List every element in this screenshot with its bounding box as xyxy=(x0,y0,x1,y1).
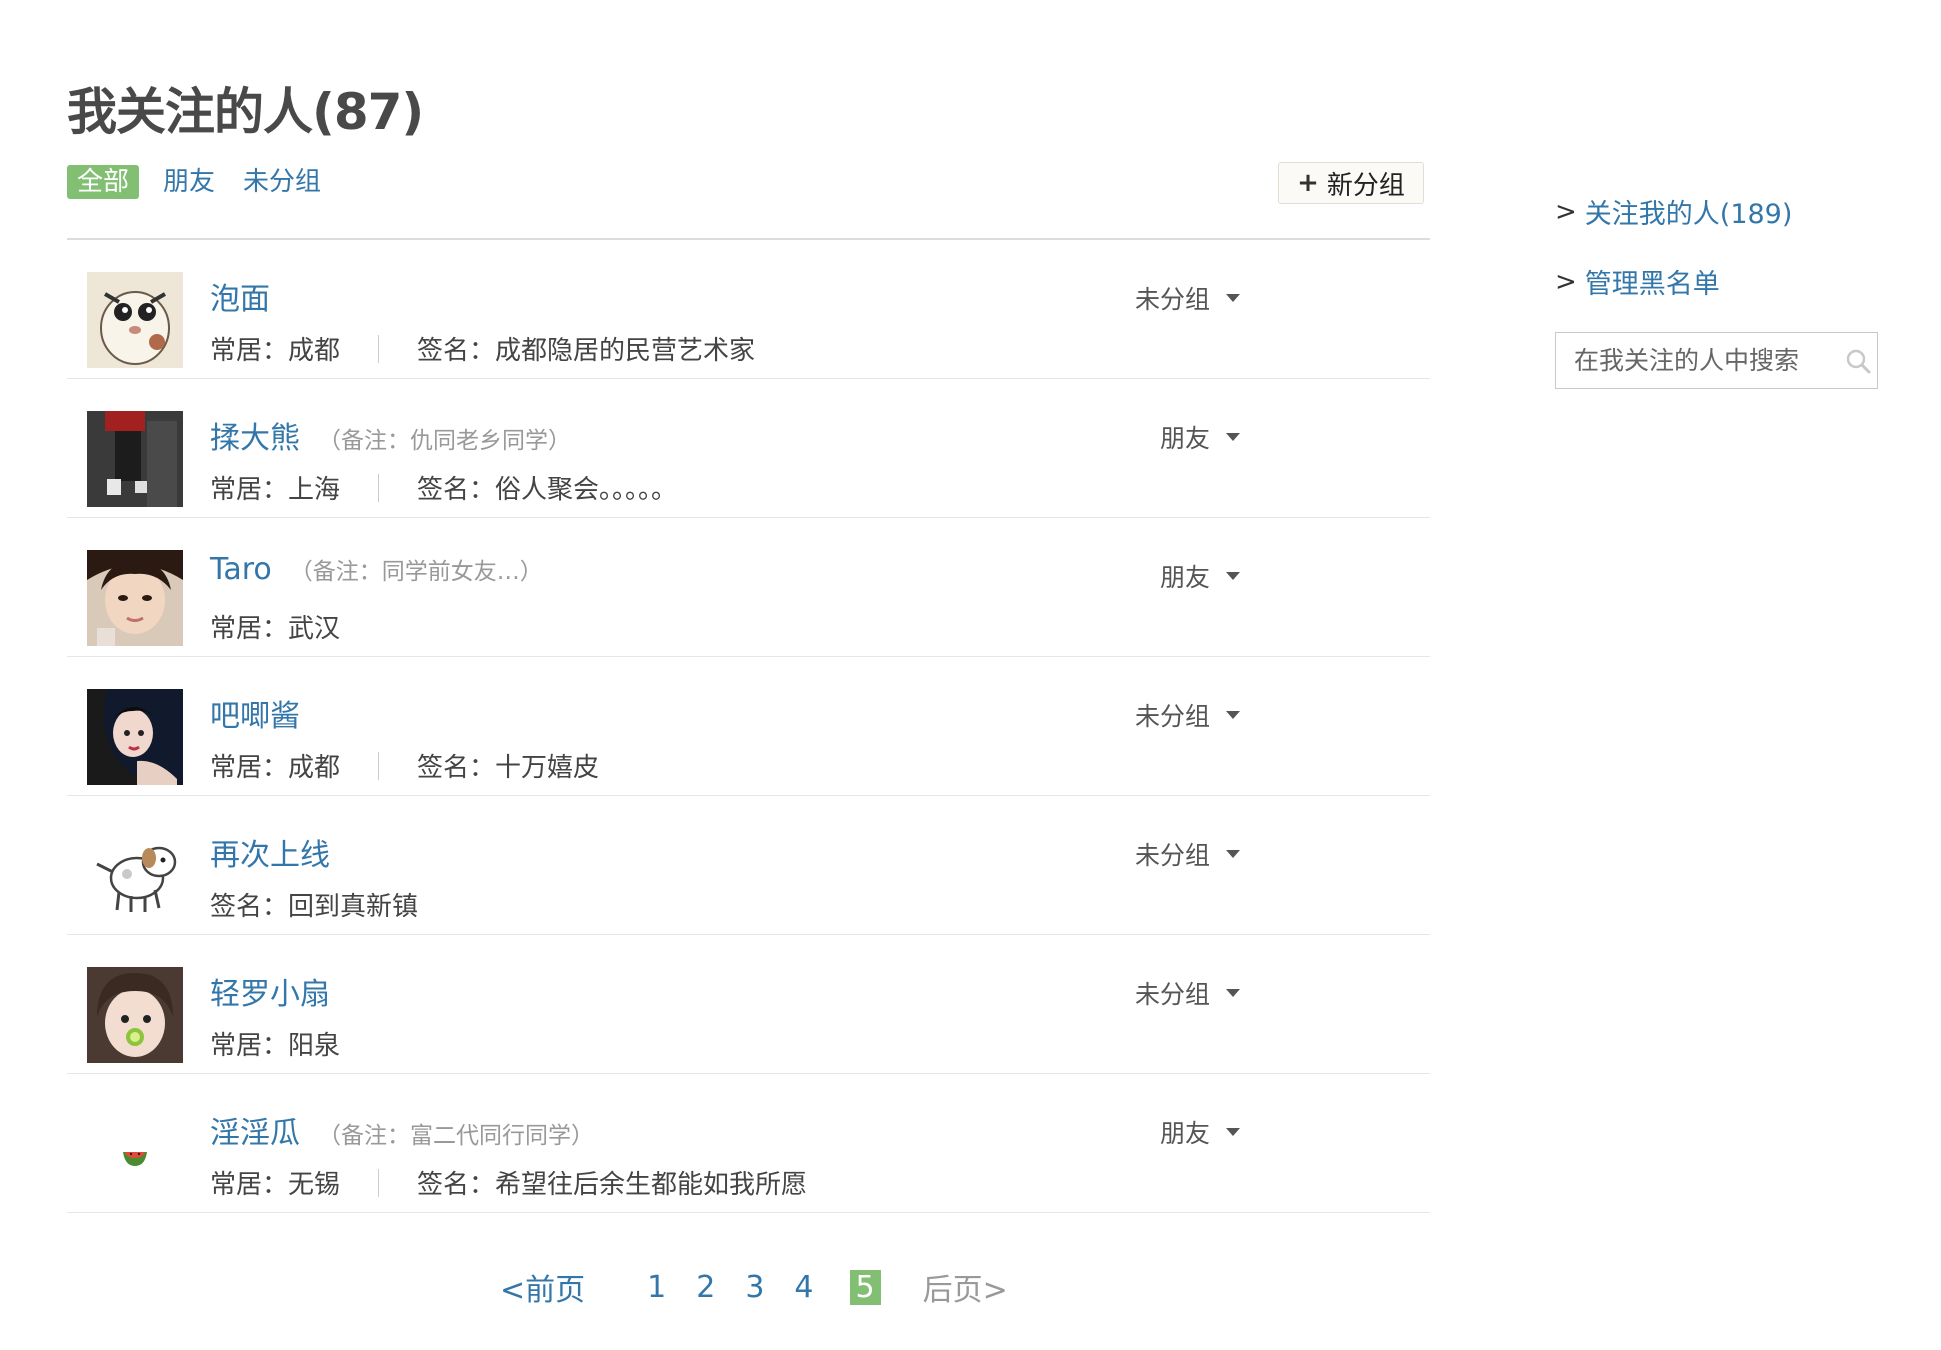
group-tabs: 全部 朋友 未分组 xyxy=(67,165,349,199)
page-link-4[interactable]: 4 xyxy=(790,1270,817,1305)
current-page: 5 xyxy=(849,1269,881,1305)
new-group-label: 新分组 xyxy=(1326,170,1405,201)
signature-label: 签名： xyxy=(210,892,289,922)
caret-down-icon xyxy=(1226,989,1240,997)
arrow-right-icon: > xyxy=(1555,196,1577,227)
next-page-label: 后页> xyxy=(922,1273,1008,1308)
signature-value: 俗人聚会。。。。。 xyxy=(495,475,678,505)
group-select-value: 未分组 xyxy=(1134,980,1210,1009)
search-icon[interactable] xyxy=(1844,347,1872,375)
location-label: 常居： xyxy=(210,753,289,783)
person-note: （备注：富二代同行同学） xyxy=(318,1123,594,1149)
signature-label: 签名： xyxy=(417,336,496,366)
signature-value: 成都隐居的民营艺术家 xyxy=(495,336,756,366)
group-select-value: 朋友 xyxy=(1159,1119,1210,1148)
list-item: 淫淫瓜 （备注：富二代同行同学） 常居： 无锡 签名： 希望往后余生都能如我所愿 朋… xyxy=(67,1074,1430,1213)
search-input[interactable] xyxy=(1572,345,1836,376)
group-select[interactable]: 未分组 xyxy=(1135,836,1240,872)
caret-down-icon xyxy=(1226,433,1240,441)
list-item: 泡面 常居： 成都 签名： 成都隐居的民营艺术家 未分组 xyxy=(67,240,1430,379)
page-title: 我关注的人(87) xyxy=(67,83,424,141)
avatar[interactable] xyxy=(87,550,183,646)
signature-value: 十万嬉皮 xyxy=(495,753,600,783)
group-select[interactable]: 朋友 xyxy=(1160,419,1240,455)
following-list: 泡面 常居： 成都 签名： 成都隐居的民营艺术家 未分组 揉大熊 （备注：仇同老乡同… xyxy=(67,238,1430,1213)
divider xyxy=(378,751,380,780)
location-label: 常居： xyxy=(210,614,289,644)
list-item: 再次上线 签名： 回到真新镇 未分组 xyxy=(67,796,1430,935)
avatar[interactable] xyxy=(87,272,183,368)
person-name[interactable]: Taro xyxy=(210,552,272,587)
caret-down-icon xyxy=(1226,1128,1240,1136)
search-box xyxy=(1555,332,1878,389)
group-select[interactable]: 未分组 xyxy=(1135,280,1240,316)
divider xyxy=(378,1168,380,1197)
arrow-right-icon: > xyxy=(1555,266,1577,297)
blacklist-link[interactable]: > 管理黑名单 xyxy=(1555,262,1720,301)
group-select[interactable]: 未分组 xyxy=(1135,697,1240,733)
location-label: 常居： xyxy=(210,336,289,366)
page-link-3[interactable]: 3 xyxy=(741,1270,768,1305)
person-name[interactable]: 泡面 xyxy=(210,274,270,318)
tab-ungrouped[interactable]: 未分组 xyxy=(243,165,321,199)
caret-down-icon xyxy=(1226,711,1240,719)
plus-icon: + xyxy=(1297,168,1319,198)
signature-label: 签名： xyxy=(417,753,496,783)
person-name[interactable]: 淫淫瓜 xyxy=(210,1108,300,1152)
person-name[interactable]: 再次上线 xyxy=(210,830,330,874)
location-value: 阳泉 xyxy=(288,1031,341,1061)
divider xyxy=(378,334,380,363)
page-link-1[interactable]: 1 xyxy=(643,1270,670,1305)
tab-all[interactable]: 全部 xyxy=(67,165,140,199)
caret-down-icon xyxy=(1226,850,1240,858)
group-select-value: 未分组 xyxy=(1134,702,1210,731)
location-value: 成都 xyxy=(288,753,341,783)
group-select[interactable]: 朋友 xyxy=(1160,1114,1240,1150)
group-select[interactable]: 未分组 xyxy=(1135,975,1240,1011)
location-label: 常居： xyxy=(210,475,289,505)
avatar[interactable] xyxy=(87,1106,183,1202)
group-select-value: 朋友 xyxy=(1159,424,1210,453)
signature-label: 签名： xyxy=(417,1170,496,1200)
person-name[interactable]: 揉大熊 xyxy=(210,413,300,457)
list-item: 吧唧酱 常居： 成都 签名： 十万嬉皮 未分组 xyxy=(67,657,1430,796)
page-link-2[interactable]: 2 xyxy=(692,1270,719,1305)
page: 我关注的人(87) 全部 朋友 未分组 + 新分组 泡面 常居： 成都 签名： 成都… xyxy=(0,0,1941,1350)
avatar[interactable] xyxy=(87,828,183,924)
group-select-value: 朋友 xyxy=(1159,563,1210,592)
list-item: Taro （备注：同学前女友…） 常居： 武汉 朋友 xyxy=(67,518,1430,657)
location-value: 上海 xyxy=(288,475,341,505)
new-group-button[interactable]: + 新分组 xyxy=(1278,162,1424,204)
location-value: 武汉 xyxy=(288,614,341,644)
group-select-value: 未分组 xyxy=(1134,285,1210,314)
followers-link-label: 关注我的人(189) xyxy=(1584,199,1793,230)
signature-value: 回到真新镇 xyxy=(288,892,419,922)
person-note: （备注：仇同老乡同学） xyxy=(318,428,571,454)
blacklist-link-label: 管理黑名单 xyxy=(1584,269,1720,300)
person-name[interactable]: 吧唧酱 xyxy=(210,691,300,735)
person-note: （备注：同学前女友…） xyxy=(289,559,543,585)
group-select[interactable]: 朋友 xyxy=(1160,558,1240,594)
followers-link[interactable]: > 关注我的人(189) xyxy=(1555,192,1792,231)
prev-page-link[interactable]: <前页 xyxy=(500,1265,585,1309)
signature-label: 签名： xyxy=(417,475,496,505)
divider xyxy=(378,473,380,502)
avatar[interactable] xyxy=(87,689,183,785)
location-value: 无锡 xyxy=(288,1170,341,1200)
location-label: 常居： xyxy=(210,1170,289,1200)
person-name[interactable]: 轻罗小扇 xyxy=(210,969,330,1013)
signature-value: 希望往后余生都能如我所愿 xyxy=(495,1170,808,1200)
group-select-value: 未分组 xyxy=(1134,841,1210,870)
pagination: <前页 1 2 3 4 5 后页> xyxy=(500,1265,1008,1309)
location-value: 成都 xyxy=(288,336,341,366)
caret-down-icon xyxy=(1226,294,1240,302)
list-item: 揉大熊 （备注：仇同老乡同学） 常居： 上海 签名： 俗人聚会。。。。。 朋友 xyxy=(67,379,1430,518)
caret-down-icon xyxy=(1226,572,1240,580)
list-item: 轻罗小扇 常居： 阳泉 未分组 xyxy=(67,935,1430,1074)
location-label: 常居： xyxy=(210,1031,289,1061)
avatar[interactable] xyxy=(87,411,183,507)
avatar[interactable] xyxy=(87,967,183,1063)
tab-friends[interactable]: 朋友 xyxy=(163,165,215,199)
